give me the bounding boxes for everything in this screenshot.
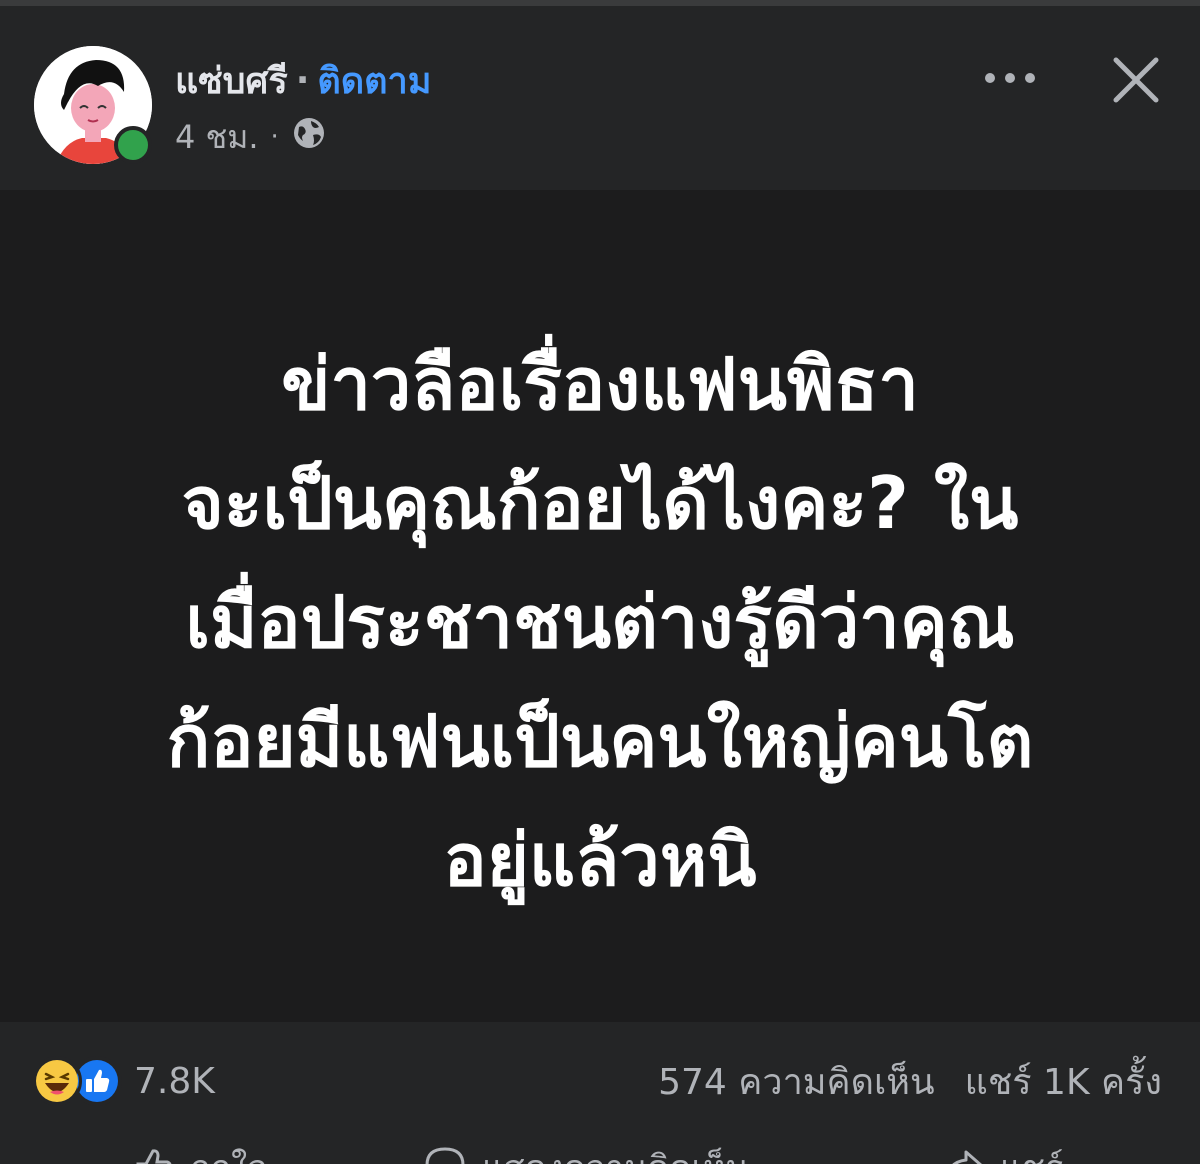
comment-button[interactable]: แสดงความคิดเห็น xyxy=(422,1140,749,1164)
share-arrow-icon xyxy=(952,1150,982,1164)
share-button[interactable]: แชร์ xyxy=(940,1140,1063,1164)
action-bar: ถูกใจ แสดงความคิดเห็น แชร์ xyxy=(0,1140,1200,1164)
close-icon[interactable] xyxy=(1110,54,1162,106)
comments-count[interactable]: 574 ความคิดเห็น xyxy=(658,1053,935,1110)
post-time[interactable]: 4 ชม. xyxy=(175,112,259,163)
like-label: ถูกใจ xyxy=(190,1140,268,1164)
comment-bubble-icon xyxy=(425,1147,465,1164)
post-header: แซ่บศรี · ติดตาม 4 ชม. · xyxy=(0,6,1200,190)
like-button[interactable]: ถูกใจ xyxy=(130,1140,268,1164)
share-label: แชร์ xyxy=(1000,1140,1063,1164)
name-separator: · xyxy=(295,59,310,101)
reactions-summary[interactable]: 7.8K xyxy=(32,1056,215,1106)
author-avatar[interactable] xyxy=(34,46,152,164)
shares-count[interactable]: แชร์ 1K ครั้ง xyxy=(965,1053,1162,1110)
post-text: ข่าวลือเรื่องแฟนพิธา จะเป็นคุณก้อยได้ไงค… xyxy=(166,342,1034,902)
online-status-dot xyxy=(114,126,152,164)
engagement-stats: 574 ความคิดเห็น แชร์ 1K ครั้ง xyxy=(658,1056,1162,1106)
meta-separator: · xyxy=(270,122,279,152)
post-meta: 4 ชม. · xyxy=(175,114,327,160)
reaction-count: 7.8K xyxy=(134,1060,215,1102)
author-name[interactable]: แซ่บศรี xyxy=(175,52,288,109)
post-viewer: แซ่บศรี · ติดตาม 4 ชม. · ข่าวลือเรื่องแฟ… xyxy=(0,0,1200,1164)
follow-button[interactable]: ติดตาม xyxy=(317,52,431,109)
thumbs-up-icon xyxy=(136,1149,172,1164)
post-text-card: ข่าวลือเรื่องแฟนพิธา จะเป็นคุณก้อยได้ไงค… xyxy=(0,190,1200,1022)
author-line: แซ่บศรี · ติดตาม xyxy=(175,58,431,102)
post-footer: 7.8K 574 ความคิดเห็น แชร์ 1K ครั้ง ถูกใจ… xyxy=(0,1022,1200,1164)
comment-label: แสดงความคิดเห็น xyxy=(482,1140,749,1164)
more-options-icon[interactable] xyxy=(982,62,1038,94)
haha-icon xyxy=(32,1056,82,1106)
globe-icon[interactable] xyxy=(291,115,327,159)
